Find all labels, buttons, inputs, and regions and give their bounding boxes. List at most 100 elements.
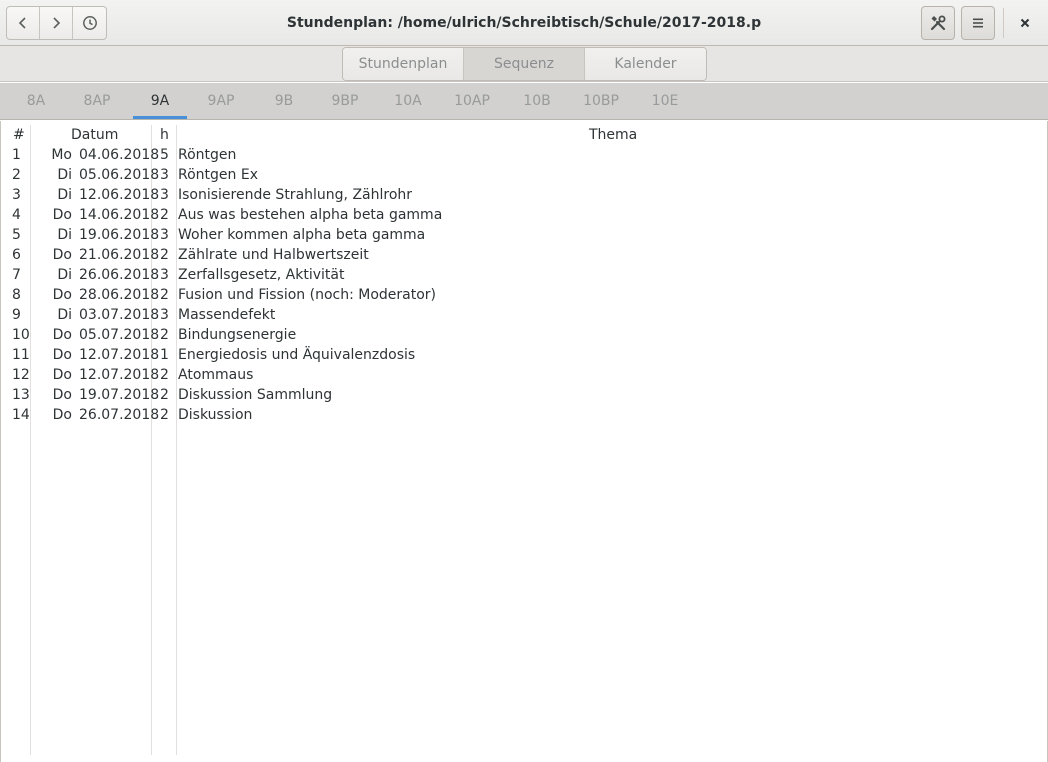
cell-thema: Aus was bestehen alpha beta gamma [178, 207, 443, 223]
cell-hours: 3 [160, 187, 169, 203]
cell-date: 12.06.2018 [79, 187, 160, 203]
cell-thema: Diskussion Sammlung [178, 387, 333, 403]
table-row[interactable]: 3 Di 12.06.2018 3 Isonisierende Strahlun… [1, 185, 1047, 205]
column-header-datum[interactable]: Datum [71, 126, 118, 144]
cell-thema: Woher kommen alpha beta gamma [178, 227, 426, 243]
table-row[interactable]: 1 Mo 04.06.2018 5 Röntgen [1, 145, 1047, 165]
table-row[interactable]: 11 Do 12.07.2018 1 Energiedosis und Äqui… [1, 345, 1047, 365]
cell-weekday: Do [52, 367, 72, 383]
cell-date: 05.06.2018 [79, 167, 160, 183]
cell-number: 3 [12, 187, 21, 203]
cell-weekday: Do [52, 247, 72, 263]
table-row[interactable]: 4 Do 14.06.2018 2 Aus was bestehen alpha… [1, 205, 1047, 225]
view-sequenz-button[interactable]: Sequenz [464, 48, 585, 80]
close-button[interactable] [1008, 6, 1042, 40]
cell-number: 6 [12, 247, 21, 263]
cell-date: 04.06.2018 [79, 147, 160, 163]
cell-date: 26.06.2018 [79, 267, 160, 283]
tab-9b[interactable]: 9B [266, 83, 302, 119]
column-header-number[interactable]: # [13, 126, 25, 144]
active-tab-indicator [133, 116, 187, 119]
cell-date: 19.07.2018 [79, 387, 160, 403]
cell-weekday: Do [52, 327, 72, 343]
cell-hours: 2 [160, 367, 169, 383]
cell-weekday: Di [57, 187, 72, 203]
cell-thema: Zerfallsgesetz, Aktivität [178, 267, 345, 283]
column-header-thema[interactable]: Thema [589, 126, 637, 144]
table-row[interactable]: 2 Di 05.06.2018 3 Röntgen Ex [1, 165, 1047, 185]
view-switcher-bar: Stundenplan Sequenz Kalender [0, 46, 1048, 82]
menu-button[interactable] [961, 6, 995, 40]
cell-number: 10 [12, 327, 30, 343]
table-row[interactable]: 9 Di 03.07.2018 3 Massendefekt [1, 305, 1047, 325]
cell-hours: 3 [160, 167, 169, 183]
cell-thema: Atommaus [178, 367, 254, 383]
cell-number: 2 [12, 167, 21, 183]
cell-number: 11 [12, 347, 30, 363]
cell-thema: Massendefekt [178, 307, 276, 323]
table-row[interactable]: 14 Do 26.07.2018 2 Diskussion [1, 405, 1047, 425]
hamburger-menu-icon [973, 18, 983, 28]
tools-button[interactable] [921, 6, 955, 40]
table-row[interactable]: 10 Do 05.07.2018 2 Bindungsenergie [1, 325, 1047, 345]
table-row[interactable]: 7 Di 26.06.2018 3 Zerfallsgesetz, Aktivi… [1, 265, 1047, 285]
cell-weekday: Do [52, 387, 72, 403]
history-button[interactable] [73, 7, 106, 39]
cell-weekday: Mo [51, 147, 72, 163]
cell-number: 4 [12, 207, 21, 223]
table-row[interactable]: 8 Do 28.06.2018 2 Fusion und Fission (no… [1, 285, 1047, 305]
table-row[interactable]: 13 Do 19.07.2018 2 Diskussion Sammlung [1, 385, 1047, 405]
cell-hours: 1 [160, 347, 169, 363]
tab-9ap[interactable]: 9AP [199, 83, 243, 119]
cell-hours: 3 [160, 307, 169, 323]
tab-10bp[interactable]: 10BP [576, 83, 626, 119]
cell-number: 9 [12, 307, 21, 323]
tab-10a[interactable]: 10A [386, 83, 430, 119]
tab-9bp[interactable]: 9BP [322, 83, 368, 119]
tab-9a[interactable]: 9A [133, 83, 187, 119]
header-bar: Stundenplan: /home/ulrich/Schreibtisch/S… [0, 0, 1048, 46]
view-switcher: Stundenplan Sequenz Kalender [342, 47, 707, 81]
cell-weekday: Do [52, 347, 72, 363]
cell-date: 12.07.2018 [79, 367, 160, 383]
cell-thema: Energiedosis und Äquivalenzdosis [178, 347, 416, 363]
forward-button[interactable] [40, 7, 73, 39]
back-button[interactable] [7, 7, 40, 39]
class-tab-bar: 8A 8AP 9A 9AP 9B 9BP 10A 10AP 10B 10BP 1… [0, 83, 1048, 120]
cell-thema: Diskussion [178, 407, 253, 423]
cell-hours: 2 [160, 207, 169, 223]
tab-10b[interactable]: 10B [516, 83, 558, 119]
header-separator [1003, 8, 1004, 38]
cell-date: 05.07.2018 [79, 327, 160, 343]
tab-10e[interactable]: 10E [645, 83, 685, 119]
tab-8ap[interactable]: 8AP [74, 83, 120, 119]
cell-number: 1 [12, 147, 21, 163]
cell-date: 14.06.2018 [79, 207, 160, 223]
cell-weekday: Di [57, 307, 72, 323]
view-stundenplan-button[interactable]: Stundenplan [343, 48, 464, 80]
chevron-left-icon [18, 17, 26, 29]
cell-weekday: Do [52, 287, 72, 303]
cell-weekday: Do [52, 407, 72, 423]
cell-number: 14 [12, 407, 30, 423]
cell-thema: Röntgen Ex [178, 167, 258, 183]
cell-hours: 2 [160, 247, 169, 263]
tab-8a[interactable]: 8A [18, 83, 54, 119]
table-row[interactable]: 5 Di 19.06.2018 3 Woher kommen alpha bet… [1, 225, 1047, 245]
sequence-table[interactable]: # Datum h Thema 1 Mo 04.06.2018 5 Röntge… [0, 121, 1048, 762]
cell-thema: Fusion und Fission (noch: Moderator) [178, 287, 436, 303]
navigation-button-group [6, 6, 107, 40]
cell-date: 28.06.2018 [79, 287, 160, 303]
cell-thema: Zählrate und Halbwertszeit [178, 247, 369, 263]
tab-10ap[interactable]: 10AP [448, 83, 496, 119]
table-row[interactable]: 12 Do 12.07.2018 2 Atommaus [1, 365, 1047, 385]
cell-date: 12.07.2018 [79, 347, 160, 363]
cell-number: 7 [12, 267, 21, 283]
view-kalender-button[interactable]: Kalender [585, 48, 706, 80]
cell-hours: 5 [160, 147, 169, 163]
column-header-h[interactable]: h [160, 126, 169, 144]
cell-number: 5 [12, 227, 21, 243]
cell-date: 21.06.2018 [79, 247, 160, 263]
table-row[interactable]: 6 Do 21.06.2018 2 Zählrate und Halbwerts… [1, 245, 1047, 265]
cell-weekday: Di [57, 167, 72, 183]
